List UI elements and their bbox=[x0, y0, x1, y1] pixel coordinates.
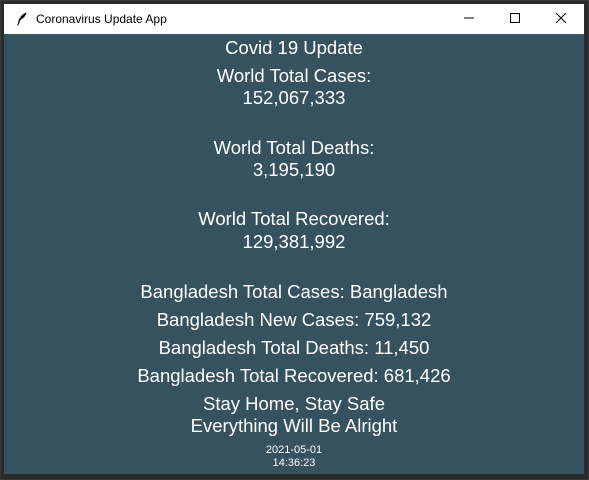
window-controls bbox=[446, 4, 584, 34]
window-bottom-border bbox=[4, 474, 584, 478]
update-time: 14:36:23 bbox=[272, 457, 316, 469]
main-content: Covid 19 Update World Total Cases: 152,0… bbox=[4, 34, 584, 474]
close-button[interactable] bbox=[538, 4, 584, 34]
world-recovered-label: World Total Recovered: bbox=[198, 208, 390, 229]
bd-total-recovered: Bangladesh Total Recovered: 681,426 bbox=[137, 365, 451, 386]
world-cases-value: 152,067,333 bbox=[242, 87, 346, 108]
minimize-button[interactable] bbox=[446, 4, 492, 34]
bd-new-cases: Bangladesh New Cases: 759,132 bbox=[156, 309, 432, 330]
bd-total-cases: Bangladesh Total Cases: Bangladesh bbox=[140, 281, 448, 302]
message-line-1: Stay Home, Stay Safe bbox=[202, 393, 385, 414]
world-deaths-value: 3,195,190 bbox=[252, 159, 336, 180]
world-deaths-label: World Total Deaths: bbox=[213, 137, 375, 158]
maximize-icon bbox=[510, 10, 520, 28]
window-title: Coronavirus Update App bbox=[36, 12, 167, 26]
page-title: Covid 19 Update bbox=[225, 37, 363, 58]
update-date: 2021-05-01 bbox=[265, 444, 323, 456]
world-cases-label: World Total Cases: bbox=[216, 65, 372, 86]
feather-icon bbox=[15, 12, 29, 26]
app-window: Coronavirus Update App Covid 19 Update W… bbox=[0, 0, 589, 480]
world-recovered-value: 129,381,992 bbox=[242, 231, 346, 252]
close-icon bbox=[555, 10, 567, 28]
maximize-button[interactable] bbox=[492, 4, 538, 34]
message-line-2: Everything Will Be Alright bbox=[190, 415, 398, 436]
title-bar[interactable]: Coronavirus Update App bbox=[4, 4, 584, 34]
minimize-icon bbox=[464, 10, 474, 28]
bd-total-deaths: Bangladesh Total Deaths: 11,450 bbox=[158, 337, 430, 358]
